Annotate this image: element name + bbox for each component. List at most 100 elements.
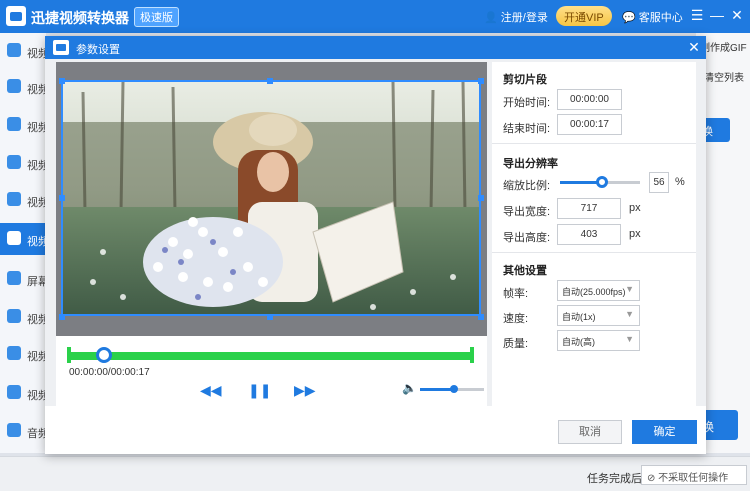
chevron-down-icon: ▼ — [625, 334, 634, 344]
sidebar-item[interactable]: 视频 — [0, 338, 49, 370]
start-time-input[interactable]: 00:00:00 — [557, 89, 622, 110]
service-label[interactable]: 客服中心 — [639, 12, 683, 24]
sidebar-item-active[interactable]: 视频 — [0, 223, 49, 255]
sidebar-item[interactable]: 屏幕 — [0, 263, 49, 295]
edition-badge: 极速版 — [134, 7, 179, 27]
make-gif-link[interactable]: 制作成GIF — [700, 39, 747, 54]
speed-value: 自动(1x) — [562, 312, 596, 322]
height-input[interactable]: 403 — [557, 224, 621, 245]
section-divider — [492, 252, 696, 253]
end-time-label: 结束时间: — [503, 123, 551, 135]
sidebar-item-icon — [7, 231, 21, 245]
trim-end-handle[interactable] — [470, 347, 474, 363]
playhead-knob[interactable] — [96, 347, 112, 363]
scale-label: 缩放比例: — [503, 180, 551, 192]
after-task-value: 不采取任何操作 — [658, 473, 729, 484]
speed-select[interactable]: 自动(1x) ▼ — [557, 305, 640, 326]
crop-handle-left[interactable] — [59, 195, 65, 201]
chevron-down-icon: ▼ — [625, 284, 634, 294]
minimize-icon[interactable]: — — [708, 6, 726, 24]
volume-knob[interactable] — [450, 385, 458, 393]
login-label[interactable]: 注册/登录 — [501, 12, 548, 24]
sidebar: 视频 视频 视频 视频 视频 视频 屏幕 视频 视频 视频 音频 — [0, 33, 49, 453]
menu-icon[interactable]: ☰ — [688, 6, 706, 24]
width-label: 导出宽度: — [503, 206, 551, 218]
quality-value: 自动(高) — [562, 337, 595, 347]
settings-dialog: 参数设置 ✕ 00:00:00/00:00:17 ◀◀ ❚❚ ▶▶ 🔈 剪切片段… — [45, 36, 706, 454]
sidebar-item-icon — [7, 79, 21, 93]
footer-bar: 任务完成后 ⊘ 不采取任何操作 — [0, 456, 750, 491]
crop-handle-top-right[interactable] — [478, 78, 484, 84]
video-frame — [56, 62, 487, 336]
sidebar-item[interactable]: 视频 — [0, 35, 49, 67]
width-unit: px — [629, 202, 641, 214]
service-link[interactable]: 💬 客服中心 — [622, 9, 683, 25]
scale-slider-knob[interactable] — [596, 176, 608, 188]
chevron-down-icon: ▼ — [625, 309, 634, 319]
fps-value: 自动(25.000fps) — [562, 287, 626, 297]
crop-handle-right[interactable] — [478, 195, 484, 201]
sidebar-item-icon — [7, 271, 21, 285]
height-unit: px — [629, 228, 641, 240]
app-logo-icon — [6, 6, 26, 26]
dialog-close-icon[interactable]: ✕ — [685, 38, 703, 56]
crop-handle-top-left[interactable] — [59, 78, 65, 84]
trim-timeline[interactable] — [69, 352, 472, 360]
window-close-icon[interactable]: ✕ — [728, 6, 746, 24]
scale-input[interactable]: 56 — [649, 172, 669, 193]
crop-handle-bottom-left[interactable] — [59, 314, 65, 320]
dialog-logo-icon — [53, 40, 69, 55]
volume-fill — [420, 388, 453, 391]
confirm-button[interactable]: 确定 — [632, 420, 697, 444]
sidebar-item-icon — [7, 117, 21, 131]
sidebar-item-icon — [7, 192, 21, 206]
sidebar-item[interactable]: 视频 — [0, 377, 49, 409]
app-titlebar: 迅捷视频转换器 极速版 👤 注册/登录 开通VIP 💬 客服中心 ☰ — ✕ — [0, 0, 750, 33]
crop-handle-bottom[interactable] — [267, 314, 273, 320]
cancel-button[interactable]: 取消 — [558, 420, 622, 444]
resolution-section-title: 导出分辨率 — [503, 158, 558, 170]
sidebar-item[interactable]: 视频 — [0, 71, 49, 103]
dialog-header: 参数设置 ✕ — [45, 36, 706, 59]
playback-time: 00:00:00/00:00:17 — [69, 367, 150, 378]
quality-select[interactable]: 自动(高) ▼ — [557, 330, 640, 351]
sidebar-item[interactable]: 视频 — [0, 301, 49, 333]
sidebar-item-icon — [7, 309, 21, 323]
sidebar-item[interactable]: 视频 — [0, 184, 49, 216]
section-divider — [492, 143, 696, 144]
other-section-title: 其他设置 — [503, 265, 547, 277]
vip-label[interactable]: 开通VIP — [564, 12, 604, 24]
dialog-footer: 取消 确定 — [45, 407, 706, 454]
quality-label: 质量: — [503, 338, 529, 350]
fps-select[interactable]: 自动(25.000fps) ▼ — [557, 280, 640, 301]
sidebar-item[interactable]: 视频 — [0, 109, 49, 141]
after-task-select[interactable]: ⊘ 不采取任何操作 — [641, 465, 747, 485]
start-time-label: 开始时间: — [503, 97, 551, 109]
sidebar-item-icon — [7, 346, 21, 360]
width-input[interactable]: 717 — [557, 198, 621, 219]
volume-icon[interactable]: 🔈 — [402, 381, 417, 395]
after-task-label: 任务完成后 — [587, 473, 642, 485]
pause-icon[interactable]: ❚❚ — [248, 382, 271, 399]
fast-forward-icon[interactable]: ▶▶ — [294, 382, 316, 399]
crop-handle-top[interactable] — [267, 78, 273, 84]
video-preview[interactable] — [61, 80, 481, 316]
sidebar-item[interactable]: 视频 — [0, 147, 49, 179]
clear-list-link[interactable]: 清空列表 — [704, 69, 744, 84]
sidebar-item-icon — [7, 385, 21, 399]
rewind-icon[interactable]: ◀◀ — [200, 382, 222, 399]
video-preview-image — [63, 82, 479, 314]
vip-button[interactable]: 开通VIP — [556, 6, 612, 26]
end-time-input[interactable]: 00:00:17 — [557, 114, 622, 135]
speed-label: 速度: — [503, 313, 529, 325]
scale-unit: % — [675, 176, 685, 188]
height-label: 导出高度: — [503, 232, 551, 244]
app-title: 迅捷视频转换器 — [31, 10, 129, 26]
sidebar-item[interactable]: 音频 — [0, 415, 49, 447]
sidebar-item-icon — [7, 155, 21, 169]
sidebar-item-icon — [7, 423, 21, 437]
crop-handle-bottom-right[interactable] — [478, 314, 484, 320]
sidebar-item-icon — [7, 43, 21, 57]
login-link[interactable]: 👤 注册/登录 — [484, 9, 548, 25]
cut-section-title: 剪切片段 — [503, 74, 547, 86]
